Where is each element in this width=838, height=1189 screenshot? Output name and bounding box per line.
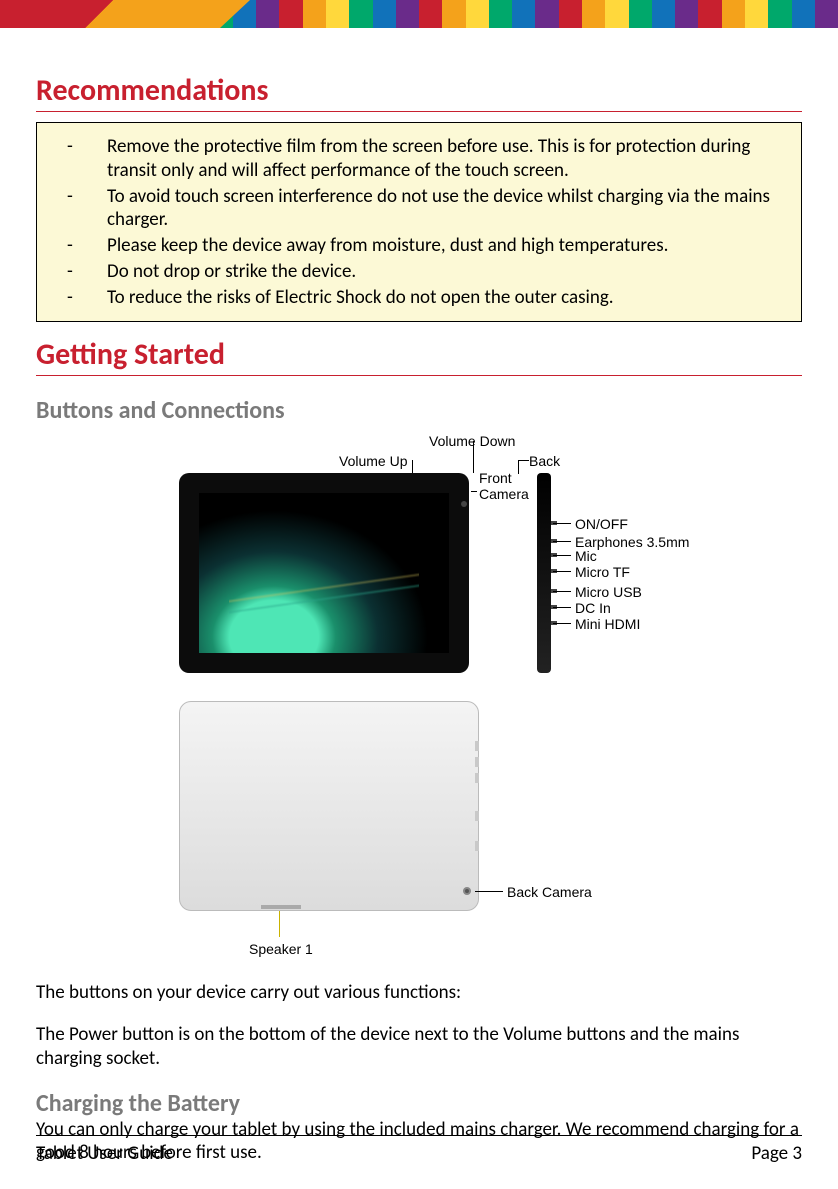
label-front-camera: Front Camera — [479, 471, 529, 502]
recommendation-item: -Do not drop or strike the device. — [67, 260, 781, 284]
recommendation-item: -Please keep the device away from moistu… — [67, 234, 781, 258]
page-footer: Tablet User Guide Page 3 — [36, 1135, 802, 1165]
decorative-wedge — [0, 0, 250, 28]
label-speaker-1: Speaker 1 — [249, 941, 313, 957]
label-dc-in: DC In — [575, 600, 611, 616]
recommendation-item: -Remove the protective film from the scr… — [67, 135, 781, 183]
text-power-button: The Power button is on the bottom of the… — [36, 1023, 802, 1071]
label-on-off: ON/OFF — [575, 516, 628, 532]
heading-charging: Charging the Battery — [36, 1089, 802, 1118]
recommendation-item: -To reduce the risks of Electric Shock d… — [67, 286, 781, 310]
label-mini-hdmi: Mini HDMI — [575, 616, 640, 632]
recommendation-item: -To avoid touch screen interference do n… — [67, 185, 781, 233]
heading-getting-started: Getting Started — [36, 336, 802, 376]
tablet-front-icon — [179, 473, 469, 673]
label-back-camera: Back Camera — [507, 884, 592, 900]
speaker-icon — [261, 905, 301, 909]
heading-buttons-connections: Buttons and Connections — [36, 396, 802, 425]
heading-recommendations: Recommendations — [36, 72, 802, 112]
label-mic: Mic — [575, 548, 597, 564]
tablet-side-icon — [537, 473, 551, 673]
label-volume-up: Volume Up — [339, 453, 407, 469]
footer-title: Tablet User Guide — [36, 1142, 173, 1165]
tablet-back-icon — [179, 701, 479, 911]
recommendations-box: -Remove the protective film from the scr… — [36, 122, 802, 322]
label-micro-tf: Micro TF — [575, 564, 630, 580]
label-back: Back — [529, 453, 560, 469]
footer-page: Page 3 — [751, 1142, 802, 1165]
text-buttons-intro: The buttons on your device carry out var… — [36, 981, 802, 1005]
device-diagram: Volume Up Volume Down Back Front Camera … — [139, 431, 699, 971]
label-micro-usb: Micro USB — [575, 584, 642, 600]
